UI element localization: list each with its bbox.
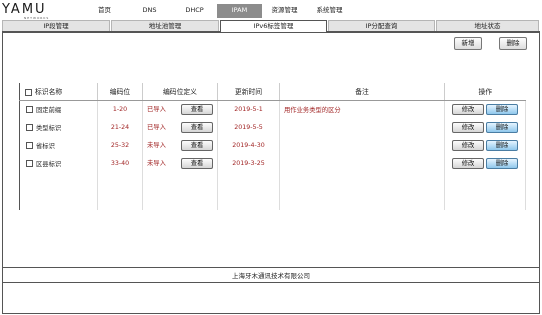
header-code: 编码位 bbox=[97, 83, 143, 101]
header-def: 编码位定义 bbox=[142, 83, 218, 101]
nav-dns[interactable]: DNS bbox=[127, 4, 172, 18]
row-name-cell: 固定前缀 bbox=[19, 100, 98, 118]
row-checkbox[interactable] bbox=[26, 124, 33, 131]
label-table: 标识名称 编码位 编码位定义 更新时间 备注 操作 固定前缀 1-20 已导入查… bbox=[19, 83, 526, 210]
row-def-cell: 未导入 查看 bbox=[142, 154, 218, 172]
company-logo: YAMU NETWORKS bbox=[2, 2, 80, 20]
row-name-cell: 区县标识 bbox=[19, 154, 98, 172]
sub-tabs: IP段管理 地址池管理 IPv6标签管理 IP分配查询 地址状态 bbox=[2, 20, 540, 32]
view-button[interactable]: 查看 bbox=[181, 121, 213, 133]
row-delete-button[interactable]: 删除 bbox=[486, 157, 518, 169]
table-header-row: 标识名称 编码位 编码位定义 更新时间 备注 操作 bbox=[19, 83, 526, 101]
row-checkbox[interactable] bbox=[26, 106, 33, 114]
header-name: 标识名称 bbox=[19, 83, 98, 101]
footer-company: 上海牙木通讯技术有限公司 bbox=[232, 272, 310, 280]
nav-ipam[interactable]: IPAM bbox=[217, 4, 262, 18]
row-def-cell: 已导入 查看 bbox=[142, 100, 218, 118]
row-note: 用作业务类型的区分 bbox=[279, 100, 445, 118]
table-row: 区县标识 33-40 未导入 查看 2019-3-25 修改 删除 bbox=[19, 154, 526, 172]
row-def-status: 未导入 bbox=[147, 160, 166, 167]
row-def-cell: 未导入 查看 bbox=[142, 136, 218, 154]
nav-resource[interactable]: 资源管理 bbox=[262, 4, 307, 18]
tab-address-status[interactable]: 地址状态 bbox=[436, 20, 539, 31]
tab-ip-allocation[interactable]: IP分配查询 bbox=[328, 20, 435, 31]
row-delete-button[interactable]: 删除 bbox=[486, 121, 518, 133]
row-note bbox=[279, 136, 445, 154]
row-time: 2019-5-5 bbox=[217, 118, 280, 136]
nav-system[interactable]: 系统管理 bbox=[307, 4, 352, 18]
edit-button[interactable]: 修改 bbox=[451, 157, 484, 169]
row-note bbox=[279, 154, 445, 172]
view-button[interactable]: 查看 bbox=[181, 157, 213, 169]
logo-text: YAMU bbox=[2, 2, 47, 17]
tab-address-pool[interactable]: 地址池管理 bbox=[111, 20, 219, 31]
row-actions: 修改 删除 bbox=[444, 136, 526, 154]
view-button[interactable]: 查看 bbox=[181, 103, 213, 115]
row-code: 33-40 bbox=[97, 154, 143, 172]
select-all-checkbox[interactable] bbox=[25, 88, 32, 96]
row-def-cell: 已导入 查看 bbox=[142, 118, 218, 136]
nav-dhcp[interactable]: DHCP bbox=[172, 4, 217, 18]
delete-button[interactable]: 删除 bbox=[499, 37, 527, 50]
row-checkbox[interactable] bbox=[26, 160, 33, 167]
row-code: 21-24 bbox=[97, 118, 143, 136]
header-note: 备注 bbox=[279, 83, 445, 101]
header-time: 更新时间 bbox=[217, 83, 280, 101]
add-button[interactable]: 新增 bbox=[454, 37, 482, 50]
row-name-cell: 省标识 bbox=[19, 136, 98, 154]
row-actions: 修改 删除 bbox=[444, 118, 526, 136]
row-note bbox=[279, 118, 445, 136]
header-actions: 操作 bbox=[444, 83, 526, 101]
edit-button[interactable]: 修改 bbox=[451, 103, 484, 115]
view-button[interactable]: 查看 bbox=[181, 139, 213, 151]
row-delete-button[interactable]: 删除 bbox=[486, 139, 518, 151]
row-def-status: 未导入 bbox=[147, 142, 166, 149]
row-name-cell: 类型标识 bbox=[19, 118, 98, 136]
table-row: 类型标识 21-24 已导入 查看 2019-5-5 修改 删除 bbox=[19, 118, 526, 136]
nav-home[interactable]: 首页 bbox=[82, 4, 127, 18]
row-actions: 修改 删除 bbox=[444, 100, 526, 118]
top-bar: YAMU NETWORKS 首页 DNS DHCP IPAM 资源管理 系统管理 bbox=[0, 0, 542, 20]
row-time: 2019-5-1 bbox=[217, 100, 280, 118]
table-empty-area bbox=[19, 172, 526, 210]
row-def-status: 已导入 bbox=[147, 106, 166, 114]
row-code: 25-32 bbox=[97, 136, 143, 154]
row-code: 1-20 bbox=[97, 100, 143, 118]
row-time: 2019-3-25 bbox=[217, 154, 280, 172]
row-actions: 修改 删除 bbox=[444, 154, 526, 172]
table-row: 固定前缀 1-20 已导入 查看 2019-5-1 用作业务类型的区分 修改 删除 bbox=[19, 100, 526, 118]
table-row: 省标识 25-32 未导入 查看 2019-4-30 修改 删除 bbox=[19, 136, 526, 154]
row-checkbox[interactable] bbox=[26, 142, 33, 149]
edit-button[interactable]: 修改 bbox=[451, 121, 484, 133]
main-nav: 首页 DNS DHCP IPAM 资源管理 系统管理 bbox=[82, 4, 352, 18]
tab-ipv6-label[interactable]: IPv6标签管理 bbox=[220, 20, 327, 32]
row-time: 2019-4-30 bbox=[217, 136, 280, 154]
tab-ip-segment[interactable]: IP段管理 bbox=[2, 20, 110, 31]
edit-button[interactable]: 修改 bbox=[451, 139, 484, 151]
row-def-status: 已导入 bbox=[147, 124, 166, 131]
footer-divider-bottom bbox=[2, 282, 540, 283]
footer-divider bbox=[2, 267, 540, 268]
row-delete-button[interactable]: 删除 bbox=[486, 103, 518, 115]
